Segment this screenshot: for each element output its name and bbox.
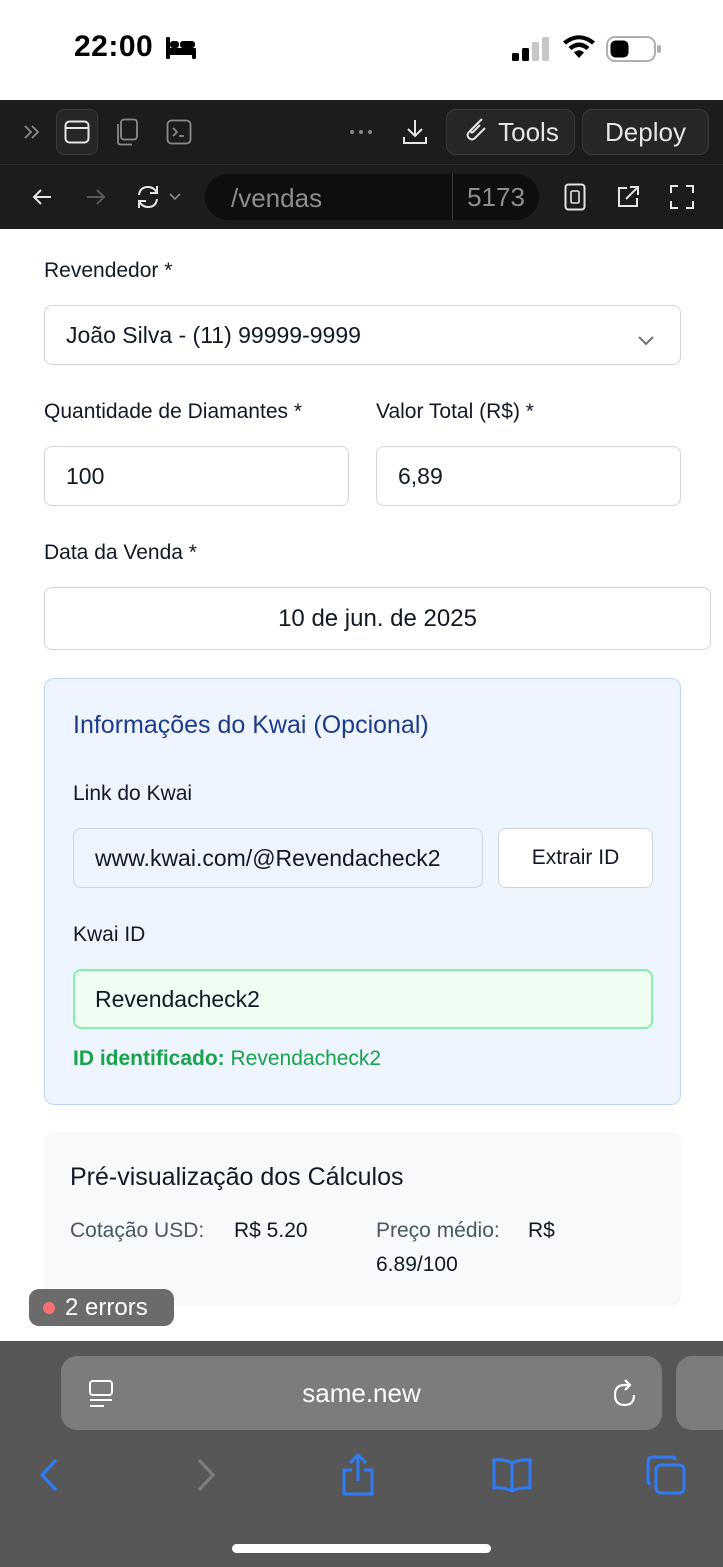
- tools-icon: [462, 116, 488, 149]
- battery-icon: [606, 35, 662, 68]
- kwai-link-input[interactable]: www.kwai.com/@Revendacheck2: [73, 828, 483, 888]
- kwai-panel-title: Informações do Kwai (Opcional): [73, 711, 429, 739]
- download-icon[interactable]: [398, 114, 432, 150]
- bookmarks-icon[interactable]: [488, 1451, 536, 1499]
- quantity-label: Quantidade de Diamantes *: [44, 400, 302, 423]
- calculation-preview-panel: Pré-visualização dos Cálculos Cotação US…: [44, 1132, 681, 1306]
- reseller-selected-value: João Silva - (11) 99999-9999: [66, 321, 361, 348]
- safari-address-bar[interactable]: same.new: [61, 1356, 662, 1430]
- sleep-focus-icon: [166, 37, 196, 64]
- total-value-input[interactable]: 6,89: [376, 446, 681, 506]
- open-external-icon[interactable]: [613, 181, 643, 213]
- total-value: 6,89: [398, 462, 443, 489]
- share-icon[interactable]: [334, 1451, 382, 1499]
- url-path: /vendas: [231, 183, 323, 213]
- url-field[interactable]: /vendas 5173: [205, 174, 539, 220]
- expand-sidebar-icon[interactable]: [18, 118, 46, 146]
- ide-nav-bar: /vendas 5173: [0, 165, 723, 229]
- status-bar: 22:00: [0, 0, 723, 100]
- kwai-link-value: www.kwai.com/@Revendacheck2: [95, 844, 441, 871]
- tabs-icon[interactable]: [642, 1451, 690, 1499]
- next-tab-preview[interactable]: [676, 1356, 723, 1430]
- safari-forward-icon[interactable]: [182, 1451, 230, 1499]
- deploy-button[interactable]: Deploy: [582, 109, 709, 155]
- url-port[interactable]: 5173: [452, 174, 539, 220]
- extract-id-button[interactable]: Extrair ID: [498, 828, 653, 888]
- preview-title: Pré-visualização dos Cálculos: [70, 1163, 404, 1191]
- reload-icon[interactable]: [610, 1378, 640, 1415]
- errors-badge[interactable]: 2 errors: [29, 1289, 174, 1326]
- average-price-currency: R$: [528, 1219, 555, 1242]
- kwai-id-value: Revendacheck2: [95, 985, 260, 1012]
- total-value-label: Valor Total (R$) *: [376, 400, 534, 423]
- reseller-select[interactable]: João Silva - (11) 99999-9999: [44, 305, 681, 365]
- ide-toolbar: Tools Deploy: [0, 100, 723, 165]
- quantity-value: 100: [66, 462, 105, 489]
- quantity-input[interactable]: 100: [44, 446, 349, 506]
- forward-arrow-icon[interactable]: [80, 181, 112, 213]
- errors-label: 2 errors: [65, 1293, 148, 1321]
- kwai-identified-message: ID identificado: Revendacheck2: [73, 1047, 381, 1071]
- wifi-icon: [562, 34, 596, 65]
- page-content: Revendedor * João Silva - (11) 99999-999…: [2, 229, 723, 1341]
- safari-url-text: same.new: [302, 1377, 421, 1408]
- kwai-info-panel: Informações do Kwai (Opcional) Link do K…: [44, 678, 681, 1105]
- reseller-label: Revendedor *: [44, 259, 173, 282]
- average-price-label: Preço médio:: [376, 1219, 500, 1242]
- sale-date-input[interactable]: 10 de jun. de 2025: [44, 587, 711, 650]
- safari-back-icon[interactable]: [25, 1451, 73, 1499]
- more-options-icon[interactable]: [346, 116, 376, 148]
- status-time: 22:00: [74, 30, 154, 63]
- files-icon[interactable]: [112, 116, 142, 148]
- sale-date-label: Data da Venda *: [44, 541, 197, 564]
- chevron-down-icon: [636, 326, 656, 353]
- usd-rate-label: Cotação USD:: [70, 1219, 205, 1242]
- kwai-identified-value: Revendacheck2: [230, 1047, 382, 1070]
- home-indicator: [232, 1544, 491, 1553]
- average-price-value: 6.89/100: [376, 1253, 458, 1276]
- error-dot-icon: [43, 1301, 55, 1314]
- terminal-icon[interactable]: [164, 116, 194, 148]
- tools-label: Tools: [498, 116, 559, 147]
- back-arrow-icon[interactable]: [26, 181, 58, 213]
- sale-date-value: 10 de jun. de 2025: [278, 604, 477, 632]
- refresh-icon[interactable]: [134, 181, 188, 213]
- fullscreen-icon[interactable]: [666, 181, 698, 213]
- usd-rate-value: R$ 5.20: [234, 1219, 308, 1242]
- cellular-signal-icon: [512, 37, 550, 66]
- mobile-view-icon[interactable]: [560, 181, 590, 213]
- kwai-identified-prefix: ID identificado:: [73, 1047, 225, 1070]
- kwai-id-input[interactable]: Revendacheck2: [73, 969, 653, 1029]
- browser-preview-icon[interactable]: [56, 109, 98, 155]
- safari-toolbar: same.new: [0, 1341, 723, 1567]
- tools-button[interactable]: Tools: [446, 109, 575, 155]
- kwai-id-label: Kwai ID: [73, 923, 146, 946]
- kwai-link-label: Link do Kwai: [73, 782, 193, 805]
- deploy-label: Deploy: [605, 116, 686, 147]
